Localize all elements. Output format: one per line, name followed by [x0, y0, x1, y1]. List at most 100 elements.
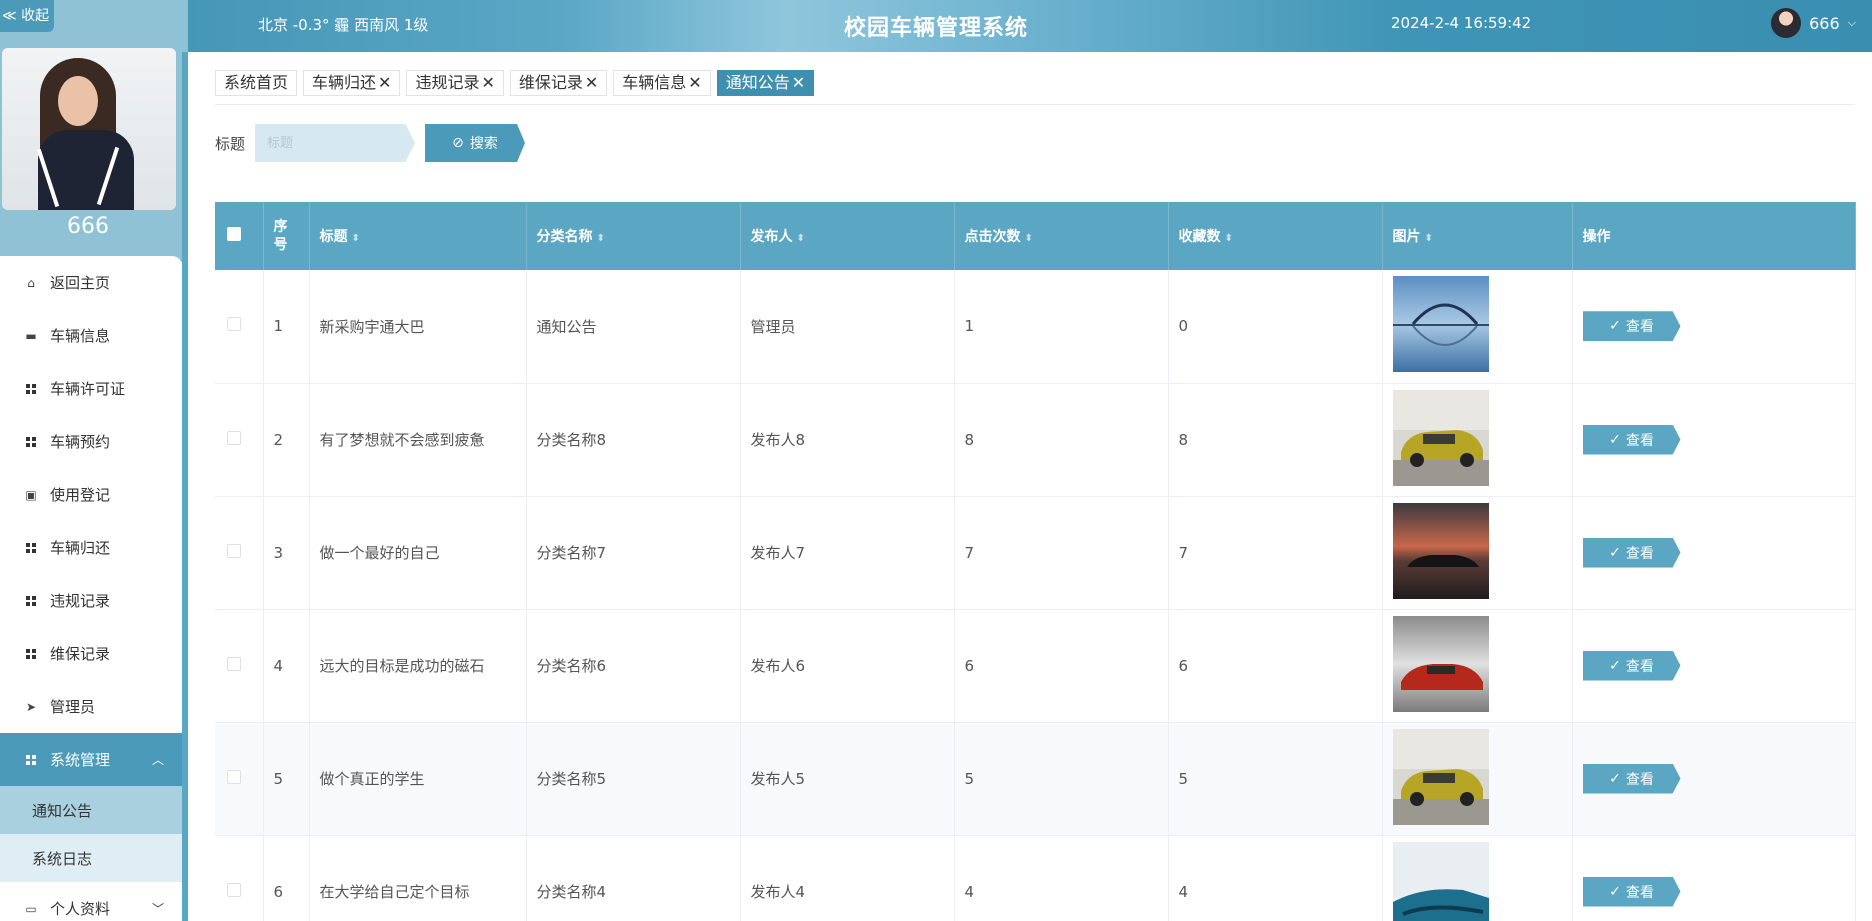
thumbnail-image[interactable]	[1392, 615, 1489, 712]
user-menu[interactable]: 666 ⌵	[1771, 8, 1856, 38]
sidebar-item-home[interactable]: ⌂ 返回主页	[0, 256, 182, 309]
col-header-clicks[interactable]: 点击次数 ⬍	[954, 202, 1169, 270]
cell-favorites: 0	[1168, 270, 1383, 384]
tab-vehicle-info[interactable]: 车辆信息 ✕	[613, 70, 711, 96]
tab-label: 维保记录	[518, 73, 583, 92]
sidebar-item-admin[interactable]: ➤ 管理员	[0, 680, 182, 733]
close-icon[interactable]: ✕	[378, 73, 391, 92]
title-search-input[interactable]	[255, 124, 415, 162]
header-label: 图片	[1392, 229, 1421, 245]
col-header-category[interactable]: 分类名称 ⬍	[526, 202, 741, 270]
cell-title: 新采购宇通大巴	[309, 270, 527, 384]
search-label: 标题	[215, 135, 246, 153]
header-label: 分类名称	[536, 229, 593, 245]
row-checkbox[interactable]	[227, 543, 241, 558]
cell-no: 6	[263, 835, 310, 921]
sidebar-item-system-management[interactable]: 系统管理 ︿	[0, 733, 182, 786]
view-button[interactable]: ✓ 查看	[1582, 424, 1681, 455]
view-button[interactable]: ✓ 查看	[1582, 650, 1681, 681]
thumbnail-image[interactable]	[1392, 841, 1489, 921]
col-header-publisher[interactable]: 发布人 ⬍	[740, 202, 955, 270]
view-button[interactable]: ✓ 查看	[1582, 537, 1681, 568]
cell-category: 分类名称4	[526, 835, 741, 921]
thumbnail-image[interactable]	[1392, 276, 1489, 373]
sidebar-item-maintenance[interactable]: 维保记录	[0, 627, 182, 680]
sort-icon[interactable]: ⬍	[597, 233, 605, 244]
sidebar-item-violations[interactable]: 违规记录	[0, 574, 182, 627]
cell-image	[1382, 270, 1573, 384]
thumbnail-image[interactable]	[1392, 389, 1489, 486]
col-header-image[interactable]: 图片 ⬍	[1382, 202, 1573, 270]
sidebar-item-vehicle-info[interactable]: ▬ 车辆信息	[0, 309, 182, 362]
cell-action: ✓ 查看	[1572, 835, 1856, 921]
tab-home[interactable]: 系统首页	[215, 70, 298, 96]
col-header-title[interactable]: 标题 ⬍	[309, 202, 527, 270]
avatar[interactable]	[1771, 8, 1802, 38]
chevron-down-icon: ﹀	[151, 902, 164, 916]
view-button[interactable]: ✓ 查看	[1582, 763, 1681, 794]
sidebar-item-label: 车辆预约	[50, 433, 111, 451]
cell-clicks: 5	[954, 722, 1169, 836]
sidebar-item-vehicle-return[interactable]: 车辆归还	[0, 521, 182, 574]
row-select-cell	[215, 609, 264, 723]
thumbnail-image[interactable]	[1392, 728, 1489, 825]
select-all-checkbox[interactable]	[227, 227, 241, 241]
row-checkbox[interactable]	[227, 656, 241, 671]
cell-action: ✓ 查看	[1572, 722, 1856, 836]
sort-icon[interactable]: ⬍	[1225, 233, 1233, 244]
close-icon[interactable]: ✕	[792, 73, 805, 92]
tab-vehicle-return[interactable]: 车辆归还 ✕	[303, 70, 401, 96]
sort-icon[interactable]: ⬍	[352, 233, 360, 244]
view-button[interactable]: ✓ 查看	[1582, 311, 1681, 342]
col-header-favorites[interactable]: 收藏数 ⬍	[1168, 202, 1383, 270]
cell-category: 分类名称5	[526, 722, 741, 836]
thumbnail-image[interactable]	[1392, 502, 1489, 599]
close-icon[interactable]: ✕	[688, 73, 701, 92]
cell-category: 分类名称8	[526, 383, 741, 497]
sort-icon[interactable]: ⬍	[1425, 233, 1433, 244]
sort-icon[interactable]: ⬍	[1025, 233, 1033, 244]
header-username: 666	[1809, 13, 1840, 33]
cell-publisher: 发布人7	[740, 496, 955, 610]
close-icon[interactable]: ✕	[481, 73, 494, 92]
sidebar-scrollbar[interactable]	[182, 52, 188, 921]
header-label: 操作	[1582, 229, 1611, 245]
header-label: 收藏数	[1178, 229, 1221, 245]
collapse-button[interactable]: ≪ 收起	[0, 0, 54, 32]
sidebar-subitem-system-log[interactable]: 系统日志	[0, 834, 182, 882]
tab-label: 车辆信息	[622, 73, 687, 92]
row-checkbox[interactable]	[227, 769, 241, 784]
sidebar-item-vehicle-booking[interactable]: 车辆预约	[0, 415, 182, 468]
send-icon: ➤	[25, 699, 37, 714]
sidebar-item-usage-register[interactable]: ▣ 使用登记	[0, 468, 182, 521]
cell-favorites: 8	[1168, 383, 1383, 497]
check-circle-icon: ⊘	[452, 135, 464, 151]
cell-image	[1382, 496, 1573, 610]
sort-icon[interactable]: ⬍	[797, 233, 805, 244]
view-button[interactable]: ✓ 查看	[1582, 876, 1681, 907]
cell-clicks: 7	[954, 496, 1169, 610]
check-icon: ✓	[1609, 770, 1621, 787]
sidebar-subitem-notices[interactable]: 通知公告	[0, 786, 182, 834]
sidebar-item-vehicle-permit[interactable]: 车辆许可证	[0, 362, 182, 415]
sidebar-item-profile[interactable]: ▭ 个人资料 ﹀	[0, 882, 182, 921]
tab-notices[interactable]: 通知公告 ✕	[716, 70, 815, 96]
datetime-display: 2024-2-4 16:59:42	[1391, 14, 1532, 32]
row-checkbox[interactable]	[227, 430, 241, 445]
row-checkbox[interactable]	[227, 317, 241, 332]
cell-category: 通知公告	[526, 270, 741, 384]
chevron-down-icon: ⌵	[1847, 16, 1856, 29]
search-button[interactable]: ⊘ 搜索	[425, 124, 525, 162]
sidebar-item-label: 车辆信息	[50, 327, 111, 345]
tab-maintenance[interactable]: 维保记录 ✕	[509, 70, 608, 96]
view-button-label: 查看	[1625, 432, 1654, 449]
close-icon[interactable]: ✕	[585, 73, 598, 92]
tab-violations[interactable]: 违规记录 ✕	[406, 70, 504, 96]
tab-tags: 系统首页 车辆归还 ✕ 违规记录 ✕ 维保记录 ✕ 车辆信息 ✕ 通知公告 ✕	[215, 70, 815, 96]
check-icon: ✓	[1609, 431, 1621, 448]
sidebar-menu: ⌂ 返回主页 ▬ 车辆信息 车辆许可证 车辆预约 ▣ 使用登记 车辆归还 违规记…	[0, 256, 182, 921]
table-header-row: 序号 标题 ⬍ 分类名称 ⬍ 发布人 ⬍ 点击次数 ⬍ 收藏数 ⬍ 图片 ⬍ 操作	[215, 202, 1856, 270]
select-all-cell	[215, 202, 264, 270]
row-checkbox[interactable]	[227, 882, 241, 897]
col-header-action: 操作	[1572, 202, 1856, 270]
